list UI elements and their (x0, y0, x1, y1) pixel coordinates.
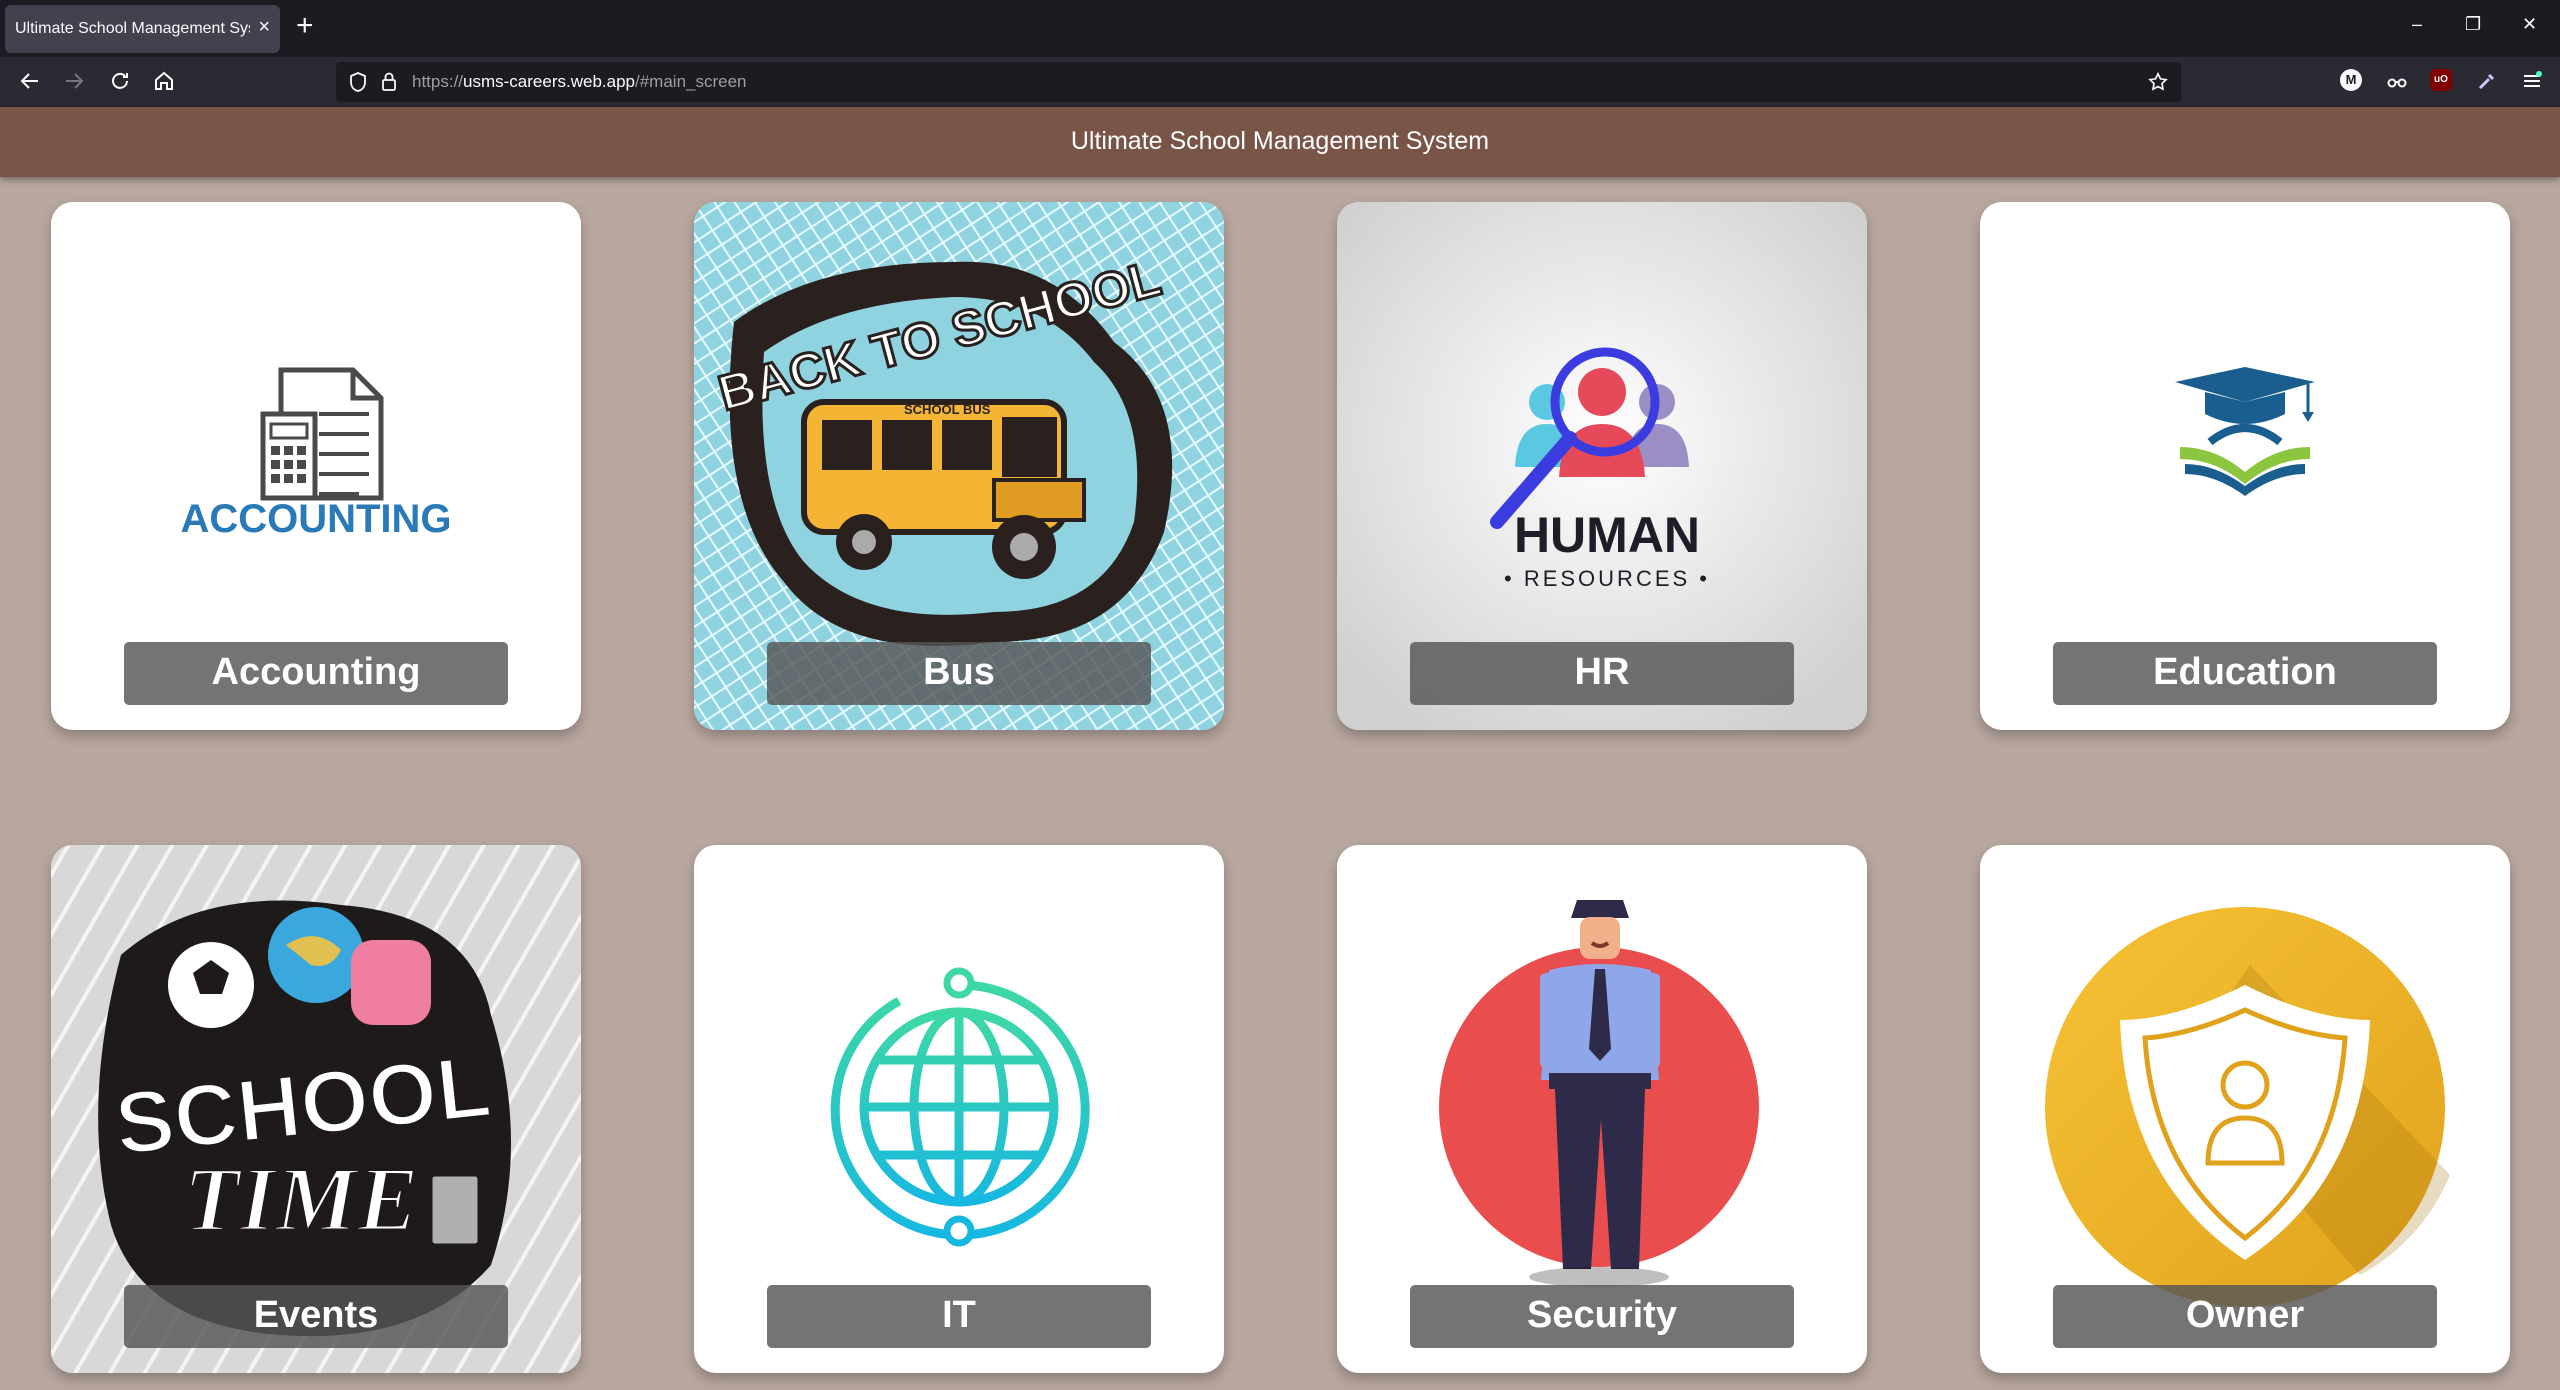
browser-tab-bar: Ultimate School Management System × + – … (0, 0, 2560, 57)
human-text: HUMAN (1514, 507, 1700, 563)
tab-title: Ultimate School Management System (15, 20, 250, 37)
app-header: Ultimate School Management System (0, 107, 2560, 177)
resources-text: • RESOURCES • (1504, 566, 1710, 591)
new-tab-button[interactable]: + (296, 11, 314, 41)
security-card[interactable]: Security (1337, 845, 1867, 1373)
owner-label[interactable]: Owner (2053, 1285, 2437, 1348)
it-label[interactable]: IT (767, 1285, 1151, 1348)
home-icon[interactable] (152, 69, 176, 93)
shield-icon[interactable] (348, 71, 368, 93)
url-path: /#main_screen (635, 72, 747, 91)
time-text: TIME (183, 1148, 418, 1250)
close-window-button[interactable]: ✕ (2522, 14, 2537, 35)
hr-label[interactable]: HR (1410, 642, 1794, 705)
url-bar[interactable]: https://usms-careers.web.app/#main_scree… (336, 62, 2181, 102)
events-label[interactable]: Events (124, 1285, 508, 1348)
back-arrow-icon[interactable] (18, 69, 42, 93)
app-title: Ultimate School Management System (1070, 127, 1490, 155)
extension-glasses-icon[interactable] (2385, 69, 2409, 93)
bookmark-star-icon[interactable] (2147, 71, 2169, 93)
menu-icon[interactable] (2520, 69, 2544, 93)
owner-card[interactable]: Owner (1980, 845, 2510, 1373)
url-host: usms-careers.web.app (463, 72, 635, 91)
accounting-label[interactable]: Accounting (124, 642, 508, 705)
url-prefix: https:// (412, 72, 464, 91)
lock-icon[interactable] (380, 71, 398, 93)
education-label[interactable]: Education (2053, 642, 2437, 705)
school-bus-sign-text: SCHOOL BUS (904, 402, 991, 417)
ublock-icon[interactable]: uO (2430, 69, 2452, 91)
events-card[interactable]: SCHOOL TIME Events (51, 845, 581, 1373)
bus-card[interactable]: SCHOOL BUS BACK TO SCHOOL Bus (694, 202, 1224, 730)
extension-m-icon[interactable]: M (2340, 69, 2362, 91)
browser-tab[interactable]: Ultimate School Management System × (5, 5, 280, 53)
education-card[interactable]: Education (1980, 202, 2510, 730)
reload-icon[interactable] (108, 69, 132, 93)
it-card[interactable]: IT (694, 845, 1224, 1373)
restore-window-button[interactable]: ❐ (2465, 14, 2481, 35)
url-text: https://usms-careers.web.app/#main_scree… (412, 72, 747, 92)
accounting-image-text: ACCOUNTING (180, 497, 451, 541)
extension-eyedropper-icon[interactable] (2475, 69, 2499, 93)
minimize-window-button[interactable]: – (2412, 14, 2422, 35)
close-tab-icon[interactable]: × (258, 16, 270, 39)
accounting-card[interactable]: ACCOUNTING Accounting (51, 202, 581, 730)
hr-card[interactable]: HUMAN • RESOURCES • HR (1337, 202, 1867, 730)
browser-nav-bar: https://usms-careers.web.app/#main_scree… (0, 57, 2560, 108)
security-label[interactable]: Security (1410, 1285, 1794, 1348)
bus-label[interactable]: Bus (767, 642, 1151, 705)
forward-arrow-icon[interactable] (62, 69, 86, 93)
